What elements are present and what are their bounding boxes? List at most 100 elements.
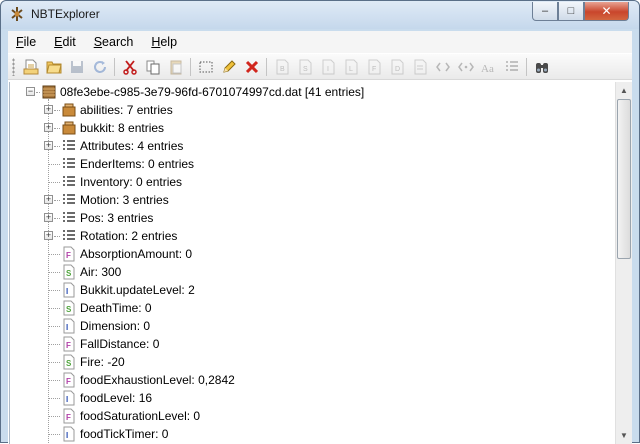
- copy-button[interactable]: [141, 56, 164, 78]
- tree-node[interactable]: EnderItems: 0 entries: [61, 155, 194, 173]
- menu-search[interactable]: Search: [94, 35, 134, 49]
- tree-node-label: Rotation: 2 entries: [80, 229, 178, 243]
- find-binoculars-button[interactable]: [530, 56, 553, 78]
- tree-line: [49, 398, 60, 399]
- menu-edit[interactable]: Edit: [54, 35, 76, 49]
- toolbar: B S I L F D Aa: [8, 54, 632, 80]
- tree-node[interactable]: S Air: 300: [61, 263, 121, 281]
- float-tag-icon: F: [63, 336, 75, 352]
- tree-node[interactable]: I Dimension: 0: [61, 317, 150, 335]
- tree-line: [54, 218, 60, 219]
- tree-node[interactable]: abilities: 7 entries: [61, 101, 173, 119]
- svg-text:S: S: [303, 66, 308, 73]
- tree-node[interactable]: Motion: 3 entries: [61, 191, 169, 209]
- tree-line: [49, 308, 60, 309]
- tree-node-expander[interactable]: +: [44, 105, 53, 114]
- svg-text:D: D: [395, 66, 400, 73]
- paste-icon: [170, 60, 181, 74]
- add-byte-button: B: [270, 56, 293, 78]
- menu-help[interactable]: Help: [151, 35, 177, 49]
- tree-node-label: foodLevel: 16: [80, 391, 153, 405]
- window-title: NBTExplorer: [31, 7, 100, 21]
- menu-file[interactable]: File: [16, 35, 36, 49]
- open-folder-button[interactable]: [42, 56, 65, 78]
- add-byte-array-icon: [414, 59, 426, 74]
- tree-node-label: foodExhaustionLevel: 0,2842: [80, 373, 235, 387]
- toolbar-grip[interactable]: [12, 57, 15, 76]
- svg-text:S: S: [66, 269, 72, 278]
- tree-node[interactable]: Pos: 3 entries: [61, 209, 153, 227]
- close-button[interactable]: ✕: [584, 2, 629, 21]
- list-tag-icon: [63, 140, 75, 150]
- toolbar-separator: [526, 57, 527, 76]
- tree-node[interactable]: S Fire: -20: [61, 353, 125, 371]
- tree-node[interactable]: I Bukkit.updateLevel: 2: [61, 281, 195, 299]
- tree-node[interactable]: Inventory: 0 entries: [61, 173, 182, 191]
- tree-node[interactable]: FfoodSaturationLevel: 0: [61, 407, 200, 425]
- tree-line: [54, 128, 60, 129]
- tree-node[interactable]: F AbsorptionAmount: 0: [61, 245, 192, 263]
- root-expander[interactable]: −: [26, 87, 35, 96]
- list-tag-icon: [63, 212, 75, 222]
- tree-node-label: Fire: -20: [80, 355, 125, 369]
- tree-node[interactable]: Rotation: 2 entries: [61, 227, 177, 245]
- tree-node[interactable]: bukkit: 8 entries: [61, 119, 164, 137]
- cut-icon: [122, 59, 137, 75]
- menu-search-mnemonic: S: [93, 35, 103, 49]
- tree-node[interactable]: F FallDistance: 0: [61, 335, 159, 353]
- add-string-icon: [457, 62, 474, 71]
- tree-root-node[interactable]: 08fe3ebe-c985-3e79-96fd-6701074997cd.dat…: [41, 83, 364, 101]
- vertical-scrollbar[interactable]: ▲ ▼: [615, 82, 632, 444]
- delete-button[interactable]: [240, 56, 263, 78]
- tree-node[interactable]: IfoodTickTimer: 0: [61, 425, 168, 443]
- tree-node[interactable]: IfoodLevel: 16: [61, 389, 152, 407]
- tree-node-expander[interactable]: +: [44, 213, 53, 222]
- rename-button[interactable]: [194, 56, 217, 78]
- menu-bar: File Edit Search Help: [8, 31, 632, 53]
- tree-node-label: Attributes: 4 entries: [80, 139, 184, 153]
- edit-pencil-button[interactable]: [217, 56, 240, 78]
- cut-button[interactable]: [118, 56, 141, 78]
- tree-node-expander[interactable]: +: [44, 141, 53, 150]
- tree-line: [49, 182, 60, 183]
- tree-node-label: Inventory: 0 entries: [80, 175, 183, 189]
- scroll-down-button[interactable]: ▼: [616, 427, 632, 444]
- float-tag-icon: F: [63, 246, 75, 262]
- short-tag-icon: S: [63, 354, 75, 370]
- tree-node[interactable]: FfoodExhaustionLevel: 0,2842: [61, 371, 235, 389]
- add-short-icon: S: [299, 59, 311, 74]
- list-tag-icon: [63, 176, 75, 186]
- tree-node[interactable]: S DeathTime: 0: [61, 299, 152, 317]
- tree-line: [49, 362, 60, 363]
- edit-pencil-icon: [222, 59, 236, 73]
- tree-node-expander[interactable]: +: [44, 231, 53, 240]
- tree-line: [49, 254, 60, 255]
- tree-node-label: DeathTime: 0: [80, 301, 152, 315]
- new-file-icon: [23, 59, 38, 74]
- tree-line: [49, 344, 60, 345]
- tree-node-expander[interactable]: +: [44, 195, 53, 204]
- maximize-button[interactable]: □: [558, 2, 584, 21]
- tree-node-expander[interactable]: +: [44, 123, 53, 132]
- nbt-tree-view[interactable]: − 08fe3ebe-c985-3e79-96fd-6701074997cd.da…: [9, 82, 615, 444]
- minimize-button[interactable]: –: [532, 2, 558, 21]
- tree-node-label: foodSaturationLevel: 0: [80, 409, 201, 423]
- tree-line: [49, 164, 60, 165]
- list-tag-icon: [63, 230, 75, 240]
- svg-text:I: I: [66, 323, 68, 332]
- scroll-up-button[interactable]: ▲: [616, 82, 632, 99]
- dat-file-icon: [42, 85, 56, 99]
- tree-line: [49, 326, 60, 327]
- svg-text:I: I: [66, 395, 68, 404]
- title-bar[interactable]: NBTExplorer – □ ✕: [1, 1, 639, 29]
- add-string-button: [454, 56, 477, 78]
- copy-icon: [146, 60, 159, 74]
- tree-node-label: Dimension: 0: [80, 319, 151, 333]
- client-area: File Edit Search Help B S I L F D Aa −08fe3ebe-c9…: [8, 31, 632, 444]
- save-icon: [70, 60, 83, 73]
- tree-node[interactable]: Attributes: 4 entries: [61, 137, 183, 155]
- svg-text:F: F: [372, 66, 376, 73]
- new-file-button[interactable]: [19, 56, 42, 78]
- int-tag-icon: I: [63, 318, 75, 334]
- scroll-thumb[interactable]: [617, 99, 631, 259]
